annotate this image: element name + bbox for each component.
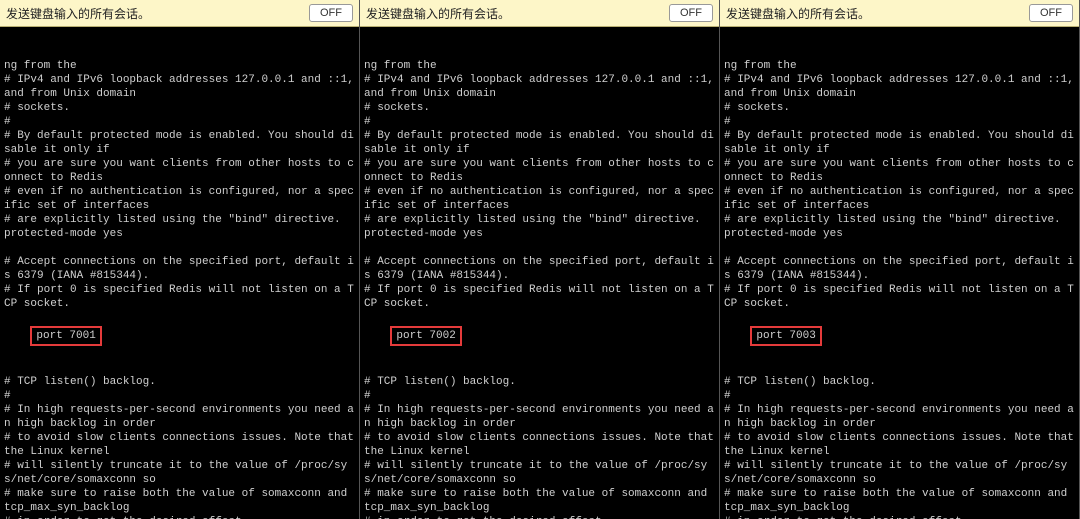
broadcast-header: 发送键盘输入的所有会话。 OFF <box>0 0 359 27</box>
terminal-output[interactable]: ng from the # IPv4 and IPv6 loopback add… <box>720 27 1079 519</box>
terminal-output[interactable]: ng from the # IPv4 and IPv6 loopback add… <box>0 27 359 519</box>
port-highlight: port 7001 <box>30 326 101 346</box>
broadcast-label: 发送键盘输入的所有会话。 <box>726 5 870 22</box>
terminal-pane-3: 发送键盘输入的所有会话。 OFF ng from the # IPv4 and … <box>720 0 1080 519</box>
terminal-pane-2: 发送键盘输入的所有会话。 OFF ng from the # IPv4 and … <box>360 0 720 519</box>
broadcast-off-button[interactable]: OFF <box>1029 4 1073 22</box>
broadcast-off-button[interactable]: OFF <box>309 4 353 22</box>
config-text-bottom: # TCP listen() backlog. # # In high requ… <box>364 361 715 519</box>
broadcast-label: 发送键盘输入的所有会话。 <box>6 5 150 22</box>
broadcast-header: 发送键盘输入的所有会话。 OFF <box>720 0 1079 27</box>
broadcast-label: 发送键盘输入的所有会话。 <box>366 5 510 22</box>
config-text-top: ng from the # IPv4 and IPv6 loopback add… <box>724 59 1075 311</box>
terminal-output[interactable]: ng from the # IPv4 and IPv6 loopback add… <box>360 27 719 519</box>
broadcast-header: 发送键盘输入的所有会话。 OFF <box>360 0 719 27</box>
config-text-top: ng from the # IPv4 and IPv6 loopback add… <box>364 59 715 311</box>
broadcast-off-button[interactable]: OFF <box>669 4 713 22</box>
port-highlight: port 7002 <box>390 326 461 346</box>
terminal-pane-1: 发送键盘输入的所有会话。 OFF ng from the # IPv4 and … <box>0 0 360 519</box>
port-highlight: port 7003 <box>750 326 821 346</box>
config-text-top: ng from the # IPv4 and IPv6 loopback add… <box>4 59 355 311</box>
config-text-bottom: # TCP listen() backlog. # # In high requ… <box>4 361 355 519</box>
config-text-bottom: # TCP listen() backlog. # # In high requ… <box>724 361 1075 519</box>
